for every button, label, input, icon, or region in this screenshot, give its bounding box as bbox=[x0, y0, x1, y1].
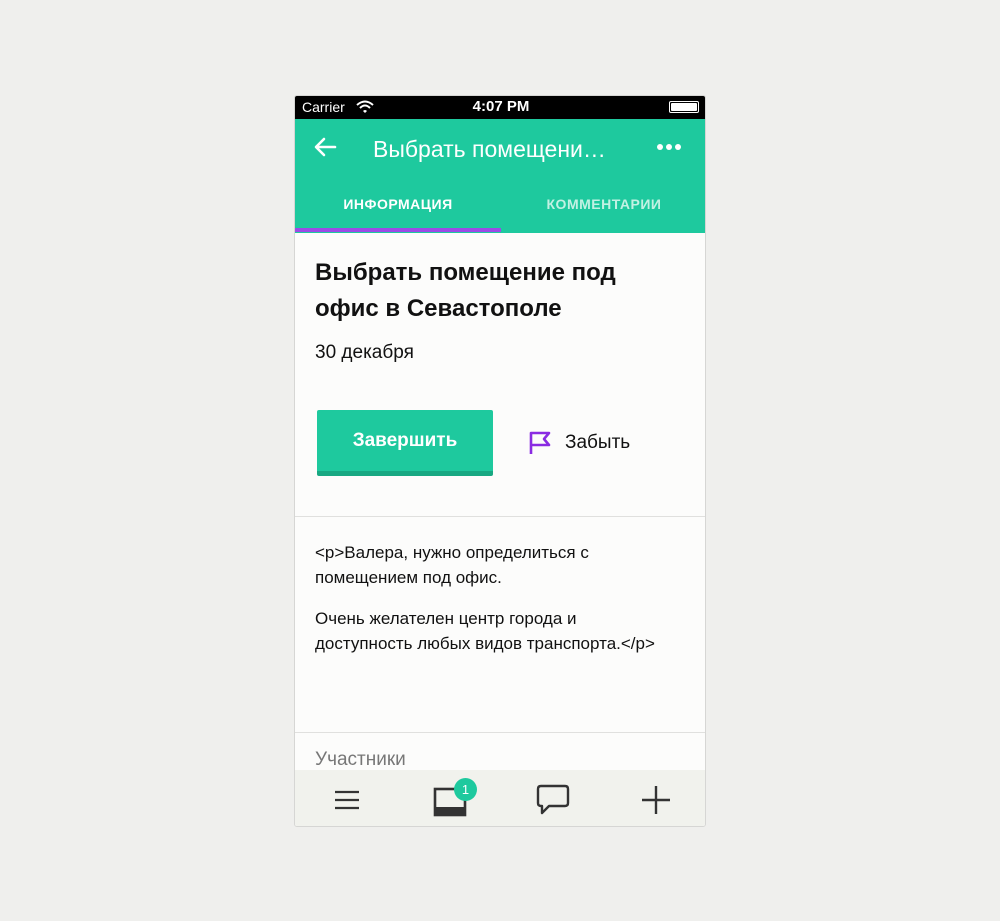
task-title: Выбрать помещение под офис в Севастополе bbox=[315, 259, 616, 322]
tab-comments[interactable]: КОММЕНТАРИИ bbox=[501, 184, 705, 233]
chat-icon bbox=[536, 784, 569, 815]
status-bar: Carrier 4:07 PM bbox=[295, 96, 705, 119]
divider bbox=[295, 516, 705, 517]
participants-heading: Участники bbox=[315, 749, 406, 770]
task-description: <p>Валера, нужно определиться с помещени… bbox=[315, 540, 675, 656]
description-paragraph: <p>Валера, нужно определиться с помещени… bbox=[315, 543, 589, 587]
menu-icon bbox=[334, 790, 359, 810]
forget-button[interactable]: Забыть bbox=[527, 426, 630, 460]
back-arrow-icon[interactable] bbox=[311, 133, 339, 161]
page-title: Выбрать помещени… bbox=[373, 136, 606, 162]
tabbar-menu[interactable] bbox=[295, 778, 398, 822]
bottom-tab-bar: 1 bbox=[295, 770, 705, 826]
battery-icon bbox=[669, 101, 699, 113]
description-paragraph: Очень желателен центр города и доступнос… bbox=[315, 609, 655, 653]
tab-information[interactable]: ИНФОРМАЦИЯ bbox=[295, 184, 501, 233]
tabbar-inbox[interactable]: 1 bbox=[398, 778, 501, 822]
tabbar-add[interactable] bbox=[604, 778, 705, 822]
phone-screen: Carrier 4:07 PM Выбрать помещени… ИНФОРМ… bbox=[294, 95, 706, 827]
inbox-badge: 1 bbox=[454, 778, 477, 801]
plus-icon bbox=[641, 786, 670, 814]
divider bbox=[295, 732, 705, 733]
tabbar-chat[interactable] bbox=[501, 778, 604, 822]
task-date: 30 декабря bbox=[315, 342, 414, 363]
active-tab-indicator bbox=[295, 228, 501, 232]
status-time: 4:07 PM bbox=[472, 98, 530, 115]
more-options-icon[interactable] bbox=[651, 135, 687, 159]
app-header: Выбрать помещени… ИНФОРМАЦИЯ КОММЕНТАРИИ bbox=[295, 119, 705, 233]
forget-label: Забыть bbox=[565, 432, 631, 453]
complete-button[interactable]: Завершить bbox=[317, 410, 493, 476]
flag-icon bbox=[529, 431, 551, 454]
